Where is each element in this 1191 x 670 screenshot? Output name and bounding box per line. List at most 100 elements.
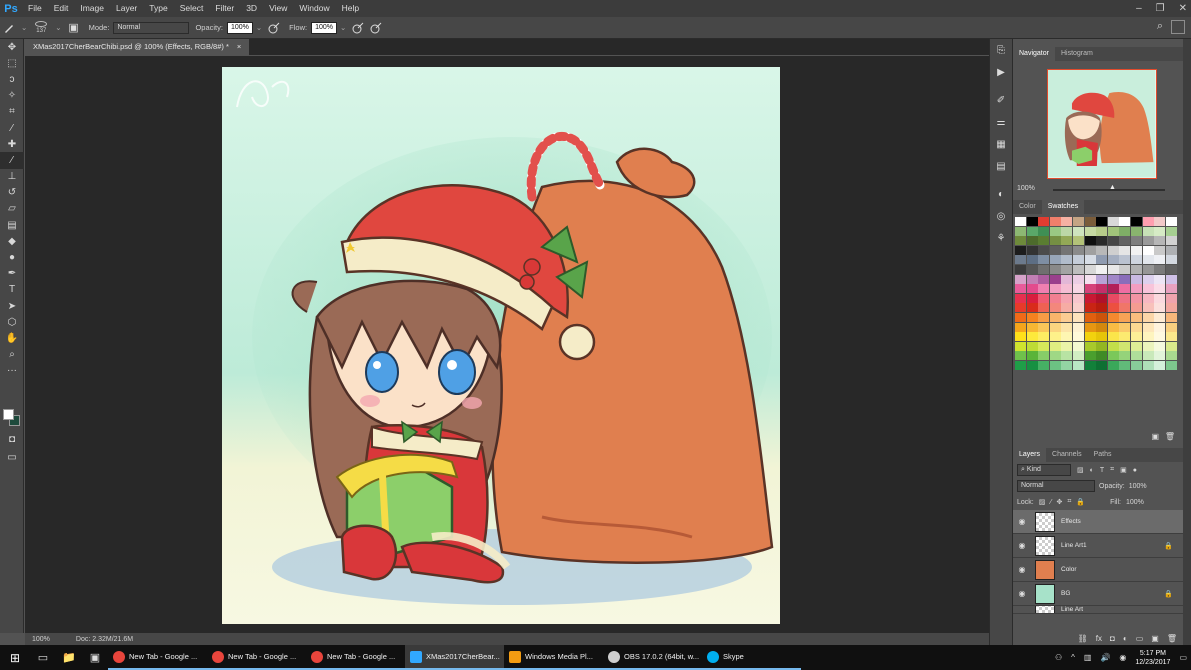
color-swatch[interactable] <box>1072 264 1084 274</box>
color-swatch[interactable] <box>1072 274 1084 284</box>
delete-layer-icon[interactable]: 🗑 <box>1167 634 1177 643</box>
layer-line-art[interactable]: Line Art <box>1013 606 1183 614</box>
color-swatch[interactable] <box>1061 284 1073 294</box>
color-swatch[interactable] <box>1049 226 1061 236</box>
color-swatch[interactable] <box>1049 293 1061 303</box>
maximize-icon[interactable]: ❐ <box>1156 3 1165 14</box>
tab-layers[interactable]: Layers <box>1013 448 1047 462</box>
brush-size-picker[interactable]: 137 <box>30 20 52 35</box>
magic-wand-tool-icon[interactable]: ✧ <box>0 88 24 104</box>
zoom-tool-icon[interactable]: ⌕ <box>0 347 24 363</box>
color-swatch[interactable] <box>1015 360 1026 370</box>
styles-icon[interactable]: ◎ <box>990 205 1012 227</box>
hand-tool-icon[interactable]: ✋ <box>0 330 24 346</box>
color-swatch[interactable] <box>1119 274 1131 284</box>
color-swatch[interactable] <box>1130 274 1142 284</box>
minimize-icon[interactable]: – <box>1136 3 1142 14</box>
new-layer-icon[interactable]: ▣ <box>1151 634 1159 643</box>
color-swatch[interactable] <box>1119 236 1131 246</box>
opacity-input[interactable]: 100% <box>226 21 253 34</box>
color-swatch[interactable] <box>1038 312 1050 322</box>
color-swatch[interactable] <box>1107 312 1119 322</box>
color-swatch[interactable] <box>1015 255 1026 265</box>
brush-tool-preset-icon[interactable] <box>0 19 18 37</box>
color-swatch[interactable] <box>1061 264 1073 274</box>
color-swatch[interactable] <box>1107 293 1119 303</box>
color-swatch[interactable] <box>1049 236 1061 246</box>
color-swatch[interactable] <box>1084 332 1096 342</box>
color-swatch[interactable] <box>1165 322 1177 332</box>
trash-icon[interactable]: 🗑 <box>1165 432 1175 441</box>
tray-app-icon[interactable]: ◉ <box>1119 653 1126 662</box>
color-swatch[interactable] <box>1130 264 1142 274</box>
pen-tool-icon[interactable]: ✒ <box>0 266 24 282</box>
color-swatch[interactable] <box>1061 274 1073 284</box>
color-swatch[interactable] <box>1049 274 1061 284</box>
color-swatch[interactable] <box>1165 303 1177 313</box>
color-swatch[interactable] <box>1072 236 1084 246</box>
color-swatch[interactable] <box>1154 274 1166 284</box>
color-swatch[interactable] <box>1154 332 1166 342</box>
brush-presets-icon[interactable]: ✐ <box>990 89 1012 111</box>
swatch-grid[interactable] <box>1015 217 1177 370</box>
color-swatch[interactable] <box>1084 264 1096 274</box>
color-swatch[interactable] <box>1049 245 1061 255</box>
pressure-opacity-icon[interactable] <box>265 19 283 37</box>
dodge-tool-icon[interactable]: ● <box>0 249 24 265</box>
color-swatch[interactable] <box>1072 217 1084 226</box>
tab-histogram[interactable]: Histogram <box>1055 47 1099 61</box>
color-swatch[interactable] <box>1061 322 1073 332</box>
lock-all-icon[interactable]: 🔒 <box>1076 498 1085 506</box>
eye-icon[interactable]: ◉ <box>1013 541 1031 550</box>
chevron-down-icon[interactable]: ⌄ <box>21 23 27 32</box>
color-swatch[interactable] <box>1084 236 1096 246</box>
color-swatch[interactable] <box>1026 360 1038 370</box>
color-swatch[interactable] <box>1061 332 1073 342</box>
color-swatch[interactable] <box>1015 236 1026 246</box>
color-swatch[interactable] <box>1142 293 1154 303</box>
filter-type-icon[interactable]: T <box>1100 467 1104 474</box>
color-swatch[interactable] <box>1165 255 1177 265</box>
color-swatch[interactable] <box>1026 322 1038 332</box>
color-swatch[interactable] <box>1026 217 1038 226</box>
color-swatch[interactable] <box>1142 322 1154 332</box>
notes-icon[interactable]: ▤ <box>990 155 1012 177</box>
path-selection-tool-icon[interactable]: ➤ <box>0 298 24 314</box>
color-swatch[interactable] <box>1072 303 1084 313</box>
color-swatch[interactable] <box>1165 360 1177 370</box>
color-swatch[interactable] <box>1038 255 1050 265</box>
search-icon[interactable]: ⌕ <box>1157 20 1163 33</box>
color-swatch[interactable] <box>1119 303 1131 313</box>
color-swatch[interactable] <box>1072 322 1084 332</box>
eyedropper-tool-icon[interactable]: ⁄ <box>0 120 24 136</box>
color-swatch[interactable] <box>1107 236 1119 246</box>
lock-pixels-icon[interactable]: ⁄ <box>1050 499 1051 506</box>
color-swatch[interactable] <box>1061 360 1073 370</box>
color-swatch[interactable] <box>1096 284 1108 294</box>
color-swatch[interactable] <box>1130 226 1142 236</box>
color-swatch[interactable] <box>1049 322 1061 332</box>
filter-toggle-icon[interactable]: ● <box>1133 467 1137 474</box>
close-icon[interactable]: ✕ <box>1179 3 1187 14</box>
menu-3d[interactable]: 3D <box>240 0 263 17</box>
filter-pixel-icon[interactable]: ▨ <box>1077 466 1084 474</box>
type-tool-icon[interactable]: T <box>0 282 24 298</box>
clone-stamp-tool-icon[interactable]: ⊥ <box>0 169 24 185</box>
color-swatch[interactable] <box>1061 293 1073 303</box>
color-swatch[interactable] <box>1038 341 1050 351</box>
color-swatch[interactable] <box>1015 274 1026 284</box>
color-swatch[interactable] <box>1038 245 1050 255</box>
filter-smart-object-icon[interactable]: ▣ <box>1120 466 1127 474</box>
color-swatch[interactable] <box>1038 226 1050 236</box>
crop-tool-icon[interactable]: ⌗ <box>0 104 24 120</box>
layer-filter-select[interactable]: ⌕ Kind <box>1017 464 1071 476</box>
history-icon[interactable]: ⎘ <box>990 39 1012 61</box>
color-swatch[interactable] <box>1084 245 1096 255</box>
libraries-icon[interactable]: ▦ <box>990 133 1012 155</box>
filter-adjustment-icon[interactable]: ◐ <box>1090 467 1094 474</box>
color-swatch[interactable] <box>1142 303 1154 313</box>
layer-effects[interactable]: ◉ Effects <box>1013 510 1183 534</box>
color-swatch[interactable] <box>1038 360 1050 370</box>
panel-scrollbar[interactable] <box>1183 39 1191 645</box>
color-swatch[interactable] <box>1026 255 1038 265</box>
